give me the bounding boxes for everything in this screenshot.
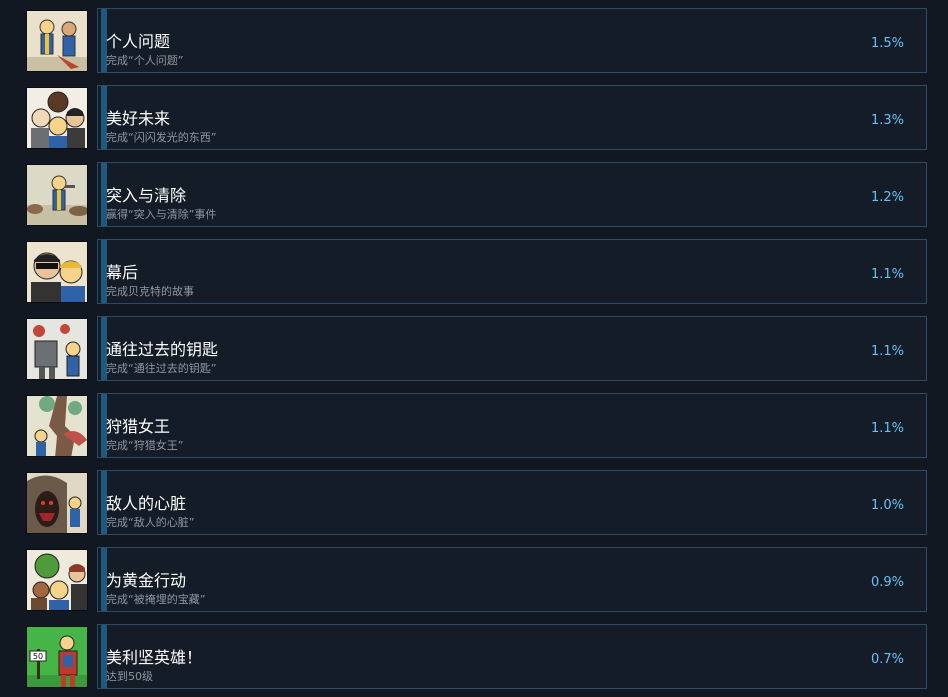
achievement-row: 敌人的心脏 完成“敌人的心脏” 1.0% <box>0 462 948 539</box>
achievement-row: 幕后 完成贝克特的故事 1.1% <box>0 231 948 308</box>
american-hero-icon: 50 <box>26 626 88 688</box>
achievement-title: 突入与清除 <box>106 186 187 205</box>
achievement-description: 完成贝克特的故事 <box>106 285 194 298</box>
cave-monster-icon <box>26 472 88 534</box>
achievement-title: 通往过去的钥匙 <box>106 340 219 359</box>
achievement-row: 为黄金行动 完成“被掩埋的宝藏” 0.9% <box>0 539 948 616</box>
achievement-list: 个人问题 完成“个人问题” 1.5% 美好未来 完成“闪闪发光的东西” 1.3%… <box>0 0 948 697</box>
achievement-title: 个人问题 <box>106 32 171 51</box>
unlock-percent: 1.3% <box>870 113 904 128</box>
unlock-percent: 0.9% <box>870 575 904 590</box>
achievement-description: 完成“狩猎女王” <box>106 439 184 452</box>
achievement-row: 狩猎女王 完成“狩猎女王” 1.1% <box>0 385 948 462</box>
achievement-card[interactable]: 幕后 完成贝克特的故事 1.1% <box>97 239 927 304</box>
achievement-title: 美利坚英雄！ <box>106 648 203 667</box>
achievement-description: 完成“闪闪发光的东西” <box>106 131 217 144</box>
gold-crew-icon <box>26 549 88 611</box>
achievement-row: 突入与清除 赢得“突入与清除”事件 1.2% <box>0 154 948 231</box>
achievement-description: 赢得“突入与清除”事件 <box>106 208 217 221</box>
robot-battle-icon <box>26 318 88 380</box>
achievement-card[interactable]: 敌人的心脏 完成“敌人的心脏” 1.0% <box>97 470 927 535</box>
achievement-card[interactable]: 为黄金行动 完成“被掩埋的宝藏” 0.9% <box>97 547 927 612</box>
achievement-title: 美好未来 <box>106 109 171 128</box>
unlock-percent: 1.1% <box>870 267 904 282</box>
sunglasses-portrait-icon <box>26 241 88 303</box>
achievement-row: 50 美利坚英雄！ 达到50级 0.7% <box>0 616 948 693</box>
queen-hunt-icon <box>26 395 88 457</box>
achievement-card[interactable]: 狩猎女王 完成“狩猎女王” 1.1% <box>97 393 927 458</box>
achievement-card[interactable]: 通往过去的钥匙 完成“通往过去的钥匙” 1.1% <box>97 316 927 381</box>
achievement-description: 完成“敌人的心脏” <box>106 516 195 529</box>
achievement-description: 完成“被掩埋的宝藏” <box>106 593 206 606</box>
achievement-title: 幕后 <box>106 263 139 282</box>
achievement-card[interactable]: 突入与清除 赢得“突入与清除”事件 1.2% <box>97 162 927 227</box>
achievement-title: 狩猎女王 <box>106 417 171 436</box>
achievement-row: 通往过去的钥匙 完成“通往过去的钥匙” 1.1% <box>0 308 948 385</box>
achievement-title: 为黄金行动 <box>106 571 187 590</box>
svg-text:50: 50 <box>33 652 43 661</box>
achievement-card[interactable]: 美好未来 完成“闪闪发光的东西” 1.3% <box>97 85 927 150</box>
achievement-description: 完成“通往过去的钥匙” <box>106 362 217 375</box>
unlock-percent: 1.1% <box>870 421 904 436</box>
achievement-title: 敌人的心脏 <box>106 494 187 513</box>
unlock-percent: 1.1% <box>870 344 904 359</box>
achievement-card[interactable]: 个人问题 完成“个人问题” 1.5% <box>97 8 927 73</box>
achievement-row: 美好未来 完成“闪闪发光的东西” 1.3% <box>0 77 948 154</box>
unlock-percent: 1.2% <box>870 190 904 205</box>
group-portrait-icon <box>26 87 88 149</box>
vault-boys-fighting-icon <box>26 10 88 72</box>
achievement-description: 达到50级 <box>106 670 153 683</box>
unlock-percent: 1.5% <box>870 36 904 51</box>
achievement-description: 完成“个人问题” <box>106 54 184 67</box>
achievement-row: 个人问题 完成“个人问题” 1.5% <box>0 0 948 77</box>
unlock-percent: 0.7% <box>870 652 904 667</box>
vault-boy-wasteland-icon <box>26 164 88 226</box>
unlock-percent: 1.0% <box>870 498 904 513</box>
achievement-card[interactable]: 美利坚英雄！ 达到50级 0.7% <box>97 624 927 689</box>
